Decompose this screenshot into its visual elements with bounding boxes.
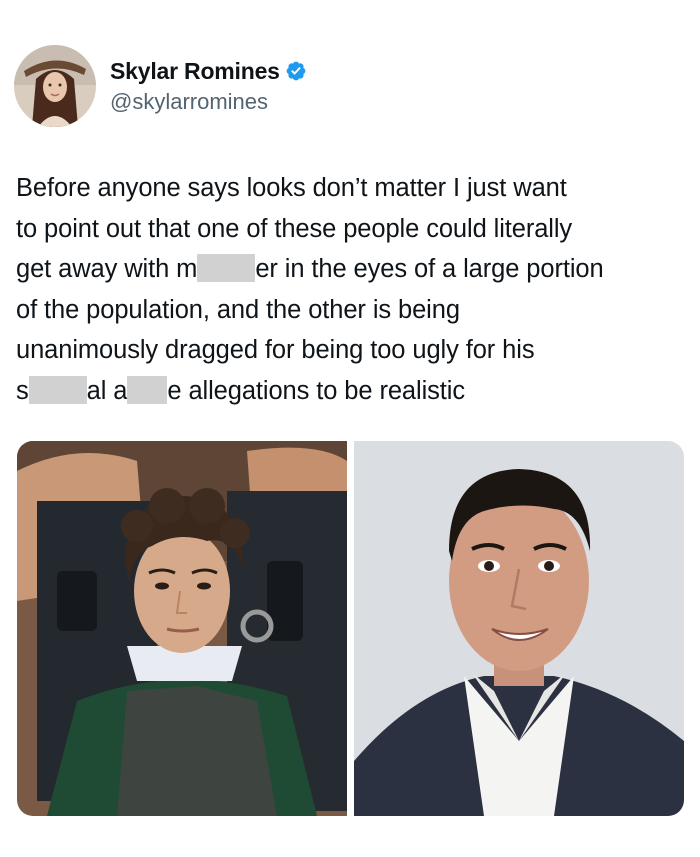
censor-blur xyxy=(127,375,168,404)
tweet-text-line: to point out that one of these people co… xyxy=(16,209,686,250)
text-segment: al a xyxy=(86,376,128,405)
text-segment: unanimously dragged for being too ugly f… xyxy=(16,336,535,364)
tweet-text-line: s al a e allegations to be realistic xyxy=(16,371,686,412)
avatar[interactable] xyxy=(14,45,96,127)
display-name-row: Skylar Romines xyxy=(110,58,307,85)
text-segment: er in the eyes of a large portion xyxy=(255,255,604,283)
tweet-text-line: unanimously dragged for being too ugly f… xyxy=(16,330,686,371)
tweet-card: Skylar Romines @skylarromines Before any… xyxy=(0,0,700,857)
media-photo-left[interactable] xyxy=(17,441,347,816)
tweet-text: Before anyone says looks don’t matter I … xyxy=(16,168,686,411)
media-divider xyxy=(347,441,354,816)
tweet-text-line: Before anyone says looks don’t matter I … xyxy=(16,168,686,209)
censor-blur xyxy=(197,254,256,282)
man-in-suit-headshot-photo xyxy=(354,441,684,816)
media-photo-right[interactable] xyxy=(354,441,684,816)
display-name[interactable]: Skylar Romines xyxy=(110,58,280,85)
tweet-media xyxy=(17,441,684,816)
tweet-text-line: of the population, and the other is bein… xyxy=(16,290,686,331)
text-segment: Before anyone says looks don’t matter I … xyxy=(16,174,567,202)
avatar-photo-icon xyxy=(14,45,96,127)
tweet-header: Skylar Romines @skylarromines xyxy=(14,44,307,128)
text-segment: of the population, and the other is bein… xyxy=(16,295,460,324)
verified-badge-icon xyxy=(285,60,307,82)
text-segment: e allegations to be realistic xyxy=(167,376,465,405)
author-handle[interactable]: @skylarromines xyxy=(110,89,307,115)
text-segment: s xyxy=(16,376,29,405)
tweet-text-line: get away with m er in the eyes of a large… xyxy=(16,249,686,290)
text-segment: get away with m xyxy=(16,255,198,283)
censor-blur xyxy=(28,375,87,404)
author-names: Skylar Romines @skylarromines xyxy=(110,58,307,115)
text-segment: to point out that one of these people co… xyxy=(16,214,573,243)
man-curly-hair-in-custody-photo xyxy=(17,441,347,816)
